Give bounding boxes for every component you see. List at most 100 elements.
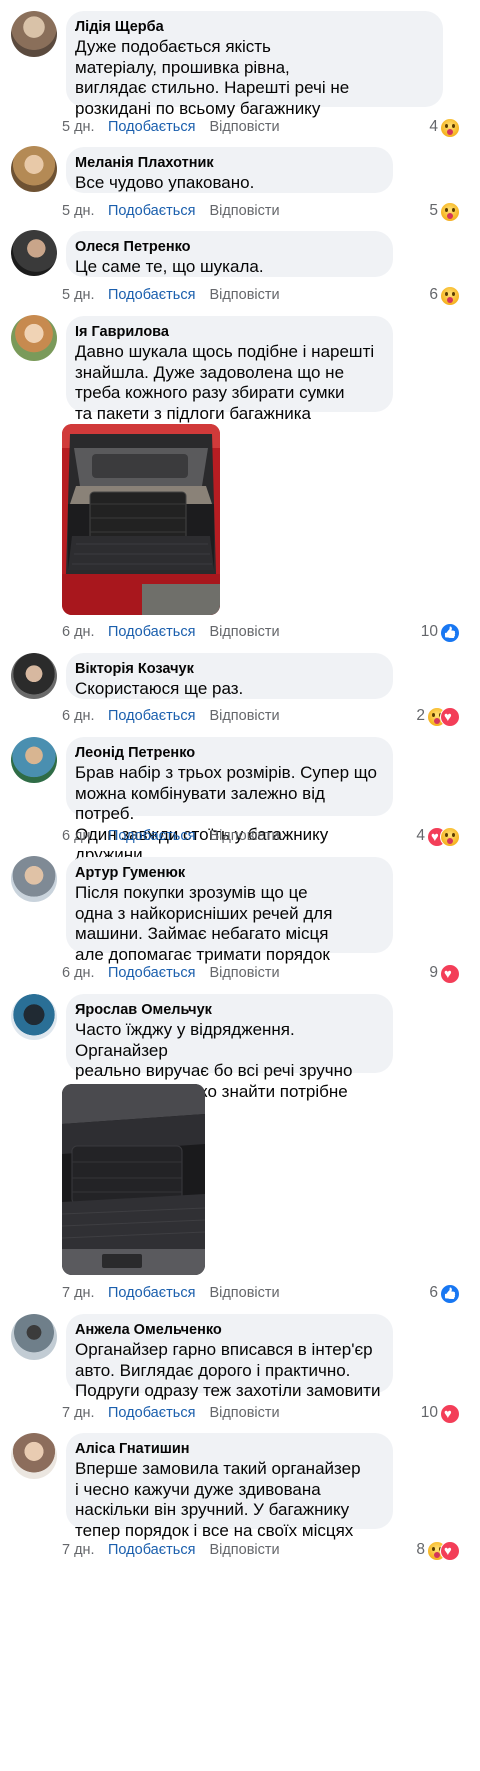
reply-button[interactable]: Відповісти	[209, 1283, 279, 1303]
wow-icon	[440, 202, 460, 222]
comment-actions: 7 дн. Подобається Відповісти	[62, 1403, 280, 1423]
comment-author[interactable]: Меланія Плахотник	[75, 154, 381, 172]
comment-text: Давно шукала щось подібне і нарешті знай…	[75, 342, 375, 423]
reply-button[interactable]: Відповісти	[209, 285, 279, 305]
reaction-count: 6	[429, 1284, 438, 1301]
reaction-summary[interactable]: 4	[429, 117, 460, 138]
comment-actions: 6 дн. Подобається Відповісти	[62, 963, 280, 983]
reaction-count: 4	[416, 827, 425, 844]
comment-time[interactable]: 7 дн.	[62, 1403, 108, 1423]
avatar[interactable]	[11, 737, 57, 783]
comment-bubble: Олеся Петренко Це саме те, що шукала.	[66, 231, 393, 277]
comment-bubble: Меланія Плахотник Все чудово упаковано.	[66, 147, 393, 193]
love-icon	[440, 1541, 460, 1561]
avatar[interactable]	[11, 653, 57, 699]
comment-author[interactable]: Аліса Гнатишин	[75, 1440, 381, 1458]
reply-button[interactable]: Відповісти	[209, 1403, 279, 1423]
avatar[interactable]	[11, 1433, 57, 1479]
reaction-count: 2	[416, 707, 425, 724]
avatar[interactable]	[11, 146, 57, 192]
reaction-summary[interactable]: 9	[429, 963, 460, 984]
car-trunk-organizer-photo	[62, 1084, 205, 1275]
reply-button[interactable]: Відповісти	[209, 201, 279, 221]
avatar[interactable]	[11, 856, 57, 902]
reaction-summary[interactable]: 8	[416, 1540, 460, 1561]
reply-button[interactable]: Відповісти	[209, 1540, 279, 1560]
comment-time[interactable]: 6 дн.	[62, 622, 108, 642]
reaction-count: 8	[416, 1541, 425, 1558]
reaction-summary[interactable]: 6	[429, 285, 460, 306]
comment-time[interactable]: 6 дн.	[62, 706, 108, 726]
reaction-count: 6	[429, 286, 438, 303]
comment-actions: 6 дн. Подобається Відповісти	[62, 706, 280, 726]
like-button[interactable]: Подобається	[108, 285, 195, 305]
comment-author[interactable]: Леонід Петренко	[75, 744, 381, 762]
like-button[interactable]: Подобається	[108, 963, 195, 983]
reaction-summary[interactable]: 2	[416, 706, 460, 727]
comment-author[interactable]: Олеся Петренко	[75, 238, 381, 256]
comment-bubble: Артур Гуменюк Після покупки зрозумів що …	[66, 857, 393, 964]
reaction-summary[interactable]: 4	[416, 826, 460, 847]
like-button[interactable]: Подобається	[108, 706, 195, 726]
love-icon	[440, 1404, 460, 1424]
reply-button[interactable]: Відповісти	[209, 622, 279, 642]
comment-author[interactable]: Вікторія Козачук	[75, 660, 381, 678]
comment-bubble: Леонід Петренко Брав набір з трьох розмі…	[66, 737, 393, 864]
comment-time[interactable]: 6 дн.	[62, 963, 108, 983]
like-button[interactable]: Подобається	[108, 201, 195, 221]
love-icon	[440, 964, 460, 984]
avatar[interactable]	[11, 1314, 57, 1360]
reply-button[interactable]: Відповісти	[209, 706, 279, 726]
comment-text: Вперше замовила такий органайзер і чесно…	[75, 1459, 361, 1540]
comment-bubble: Аліса Гнатишин Вперше замовила такий орг…	[66, 1433, 393, 1540]
comment-time[interactable]: 7 дн.	[62, 1283, 108, 1303]
reaction-summary[interactable]: 10	[420, 1403, 460, 1424]
reaction-count: 10	[420, 623, 438, 640]
comment-author[interactable]: Анжела Омельченко	[75, 1321, 381, 1339]
avatar[interactable]	[11, 994, 57, 1040]
comment-text: Брав набір з трьох розмірів. Супер що мо…	[75, 763, 378, 864]
reply-button[interactable]: Відповісти	[209, 117, 279, 137]
avatar[interactable]	[11, 230, 57, 276]
reaction-summary[interactable]: 5	[429, 201, 460, 222]
comment-time[interactable]: 5 дн.	[62, 201, 108, 221]
like-button[interactable]: Подобається	[108, 1403, 195, 1423]
like-icon	[440, 1284, 460, 1304]
comment-text: Дуже подобається якість матеріалу, проши…	[75, 37, 350, 118]
car-trunk-organizer-photo	[62, 424, 220, 615]
like-button[interactable]: Подобається	[108, 1283, 195, 1303]
comment-bubble: Вікторія Козачук Скористаюся ще раз.	[66, 653, 393, 699]
reaction-count: 9	[429, 964, 438, 981]
comment-time[interactable]: 6 дн.	[62, 826, 108, 846]
comment-bubble: Анжела Омельченко Органайзер гарно вписа…	[66, 1314, 393, 1400]
comment-bubble: Ярослав Омельчук Часто їжджу у відряджен…	[66, 994, 393, 1101]
love-icon	[440, 707, 460, 727]
comment-text: Органайзер гарно вписався в інтер'єр авт…	[75, 1340, 381, 1400]
comment-author[interactable]: Артур Гуменюк	[75, 864, 381, 882]
comment-author[interactable]: Ярослав Омельчук	[75, 1001, 381, 1019]
wow-icon	[440, 118, 460, 138]
comment-time[interactable]: 5 дн.	[62, 117, 108, 137]
comment-photo[interactable]	[62, 1084, 205, 1275]
like-button[interactable]: Подобається	[108, 826, 195, 846]
comment-author[interactable]: Ія Гаврилова	[75, 323, 381, 341]
wow-icon	[440, 827, 460, 847]
comment-actions: 6 дн. Подобається Відповісти	[62, 826, 280, 846]
comment-text: Все чудово упаковано.	[75, 173, 255, 192]
like-button[interactable]: Подобається	[108, 117, 195, 137]
comment-actions: 5 дн. Подобається Відповісти	[62, 285, 280, 305]
comment-time[interactable]: 7 дн.	[62, 1540, 108, 1560]
like-button[interactable]: Подобається	[108, 1540, 195, 1560]
comment-time[interactable]: 5 дн.	[62, 285, 108, 305]
comment-actions: 7 дн. Подобається Відповісти	[62, 1283, 280, 1303]
reply-button[interactable]: Відповісти	[209, 826, 279, 846]
reaction-summary[interactable]: 10	[420, 622, 460, 643]
like-button[interactable]: Подобається	[108, 622, 195, 642]
comment-author[interactable]: Лідія Щерба	[75, 18, 431, 36]
comment-photo[interactable]	[62, 424, 220, 615]
avatar[interactable]	[11, 315, 57, 361]
reaction-count: 10	[420, 1404, 438, 1421]
reaction-summary[interactable]: 6	[429, 1283, 460, 1304]
reply-button[interactable]: Відповісти	[209, 963, 279, 983]
avatar[interactable]	[11, 11, 57, 57]
